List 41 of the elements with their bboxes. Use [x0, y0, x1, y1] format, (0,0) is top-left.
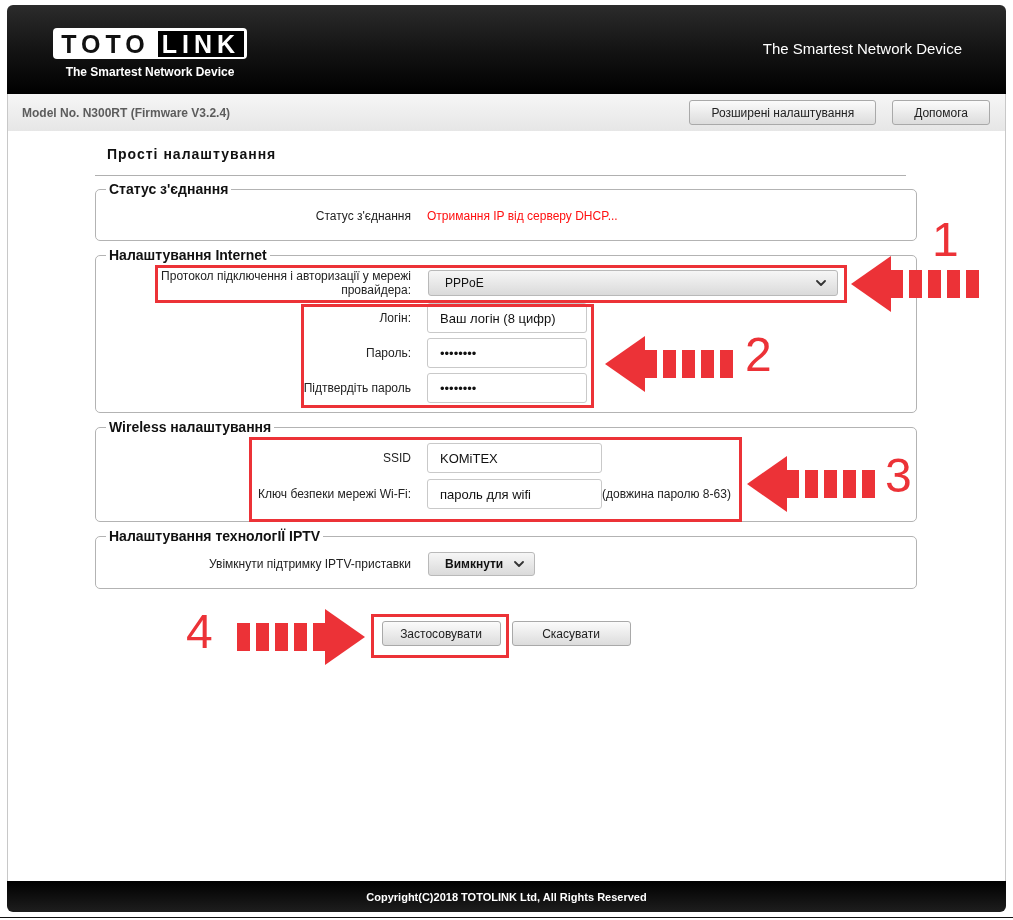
- annotation-number: 4: [186, 608, 213, 656]
- field-label: Ключ безпеки мережі Wi-Fi:: [258, 487, 411, 501]
- panel-title: Налаштування Internet: [108, 247, 268, 263]
- copyright-text: Copyright(C)2018 TOTOLINK Ltd, All Rights Reserved: [366, 890, 647, 903]
- cancel-button[interactable]: Скасувати: [511, 621, 631, 646]
- dashed-arrow-icon: [851, 256, 979, 312]
- dashed-arrow-icon: [605, 336, 733, 392]
- model-info: Model No. N300RT (Firmware V3.2.4): [22, 105, 232, 120]
- field-label: SSID: [383, 451, 411, 465]
- dropdown[interactable]: PPPoE: [428, 270, 838, 296]
- dashed-arrow-icon: [237, 609, 365, 665]
- logo: TOTO LINK: [53, 28, 247, 59]
- chevron-down-icon: [816, 280, 826, 286]
- input-field[interactable]: ••••••••: [427, 338, 587, 368]
- annotation-number: 3: [885, 452, 912, 500]
- slogan-text: The Smartest Network Device: [762, 40, 962, 58]
- field-label: Протокол підключення і авторизації у мережі провайдера:: [160, 269, 411, 297]
- advanced-settings-button[interactable]: Розширені налаштування: [689, 100, 877, 125]
- annotation-number: 1: [932, 216, 959, 264]
- status-text: Отримання IP від серверу DHCP...: [427, 209, 618, 223]
- field-label: Увімкнути підтримку IPTV-приставки: [209, 557, 411, 571]
- dashed-arrow-icon: [747, 456, 875, 512]
- field-label: Підтвердіть пароль: [303, 381, 411, 395]
- input-field[interactable]: Ваш логін (8 цифр): [427, 303, 587, 333]
- apply-button[interactable]: Застосовувати: [381, 621, 501, 646]
- field-label: Статус з'єднання: [315, 209, 411, 223]
- logo-tagline: The Smartest Network Device: [65, 65, 235, 79]
- field-label: Логін:: [379, 311, 411, 325]
- input-field[interactable]: пароль для wifi: [427, 479, 602, 509]
- panel-title: Налаштування технологІЇ IPTV: [108, 528, 322, 544]
- chevron-down-icon: [514, 561, 525, 567]
- annotation-number: 2: [745, 331, 772, 379]
- panel-title: Статус з'єднання: [108, 181, 230, 197]
- hint-text: (довжина паролю 8-63): [602, 487, 731, 501]
- input-field[interactable]: KOMiTEX: [427, 443, 602, 473]
- help-button[interactable]: Допомога: [892, 100, 990, 125]
- field-label: Пароль:: [366, 346, 411, 360]
- page-title: Прості налаштування: [107, 146, 278, 163]
- panel-title: Wireless налаштування: [108, 419, 273, 435]
- input-field[interactable]: ••••••••: [427, 373, 587, 403]
- dropdown-button[interactable]: Вимкнути: [428, 552, 535, 576]
